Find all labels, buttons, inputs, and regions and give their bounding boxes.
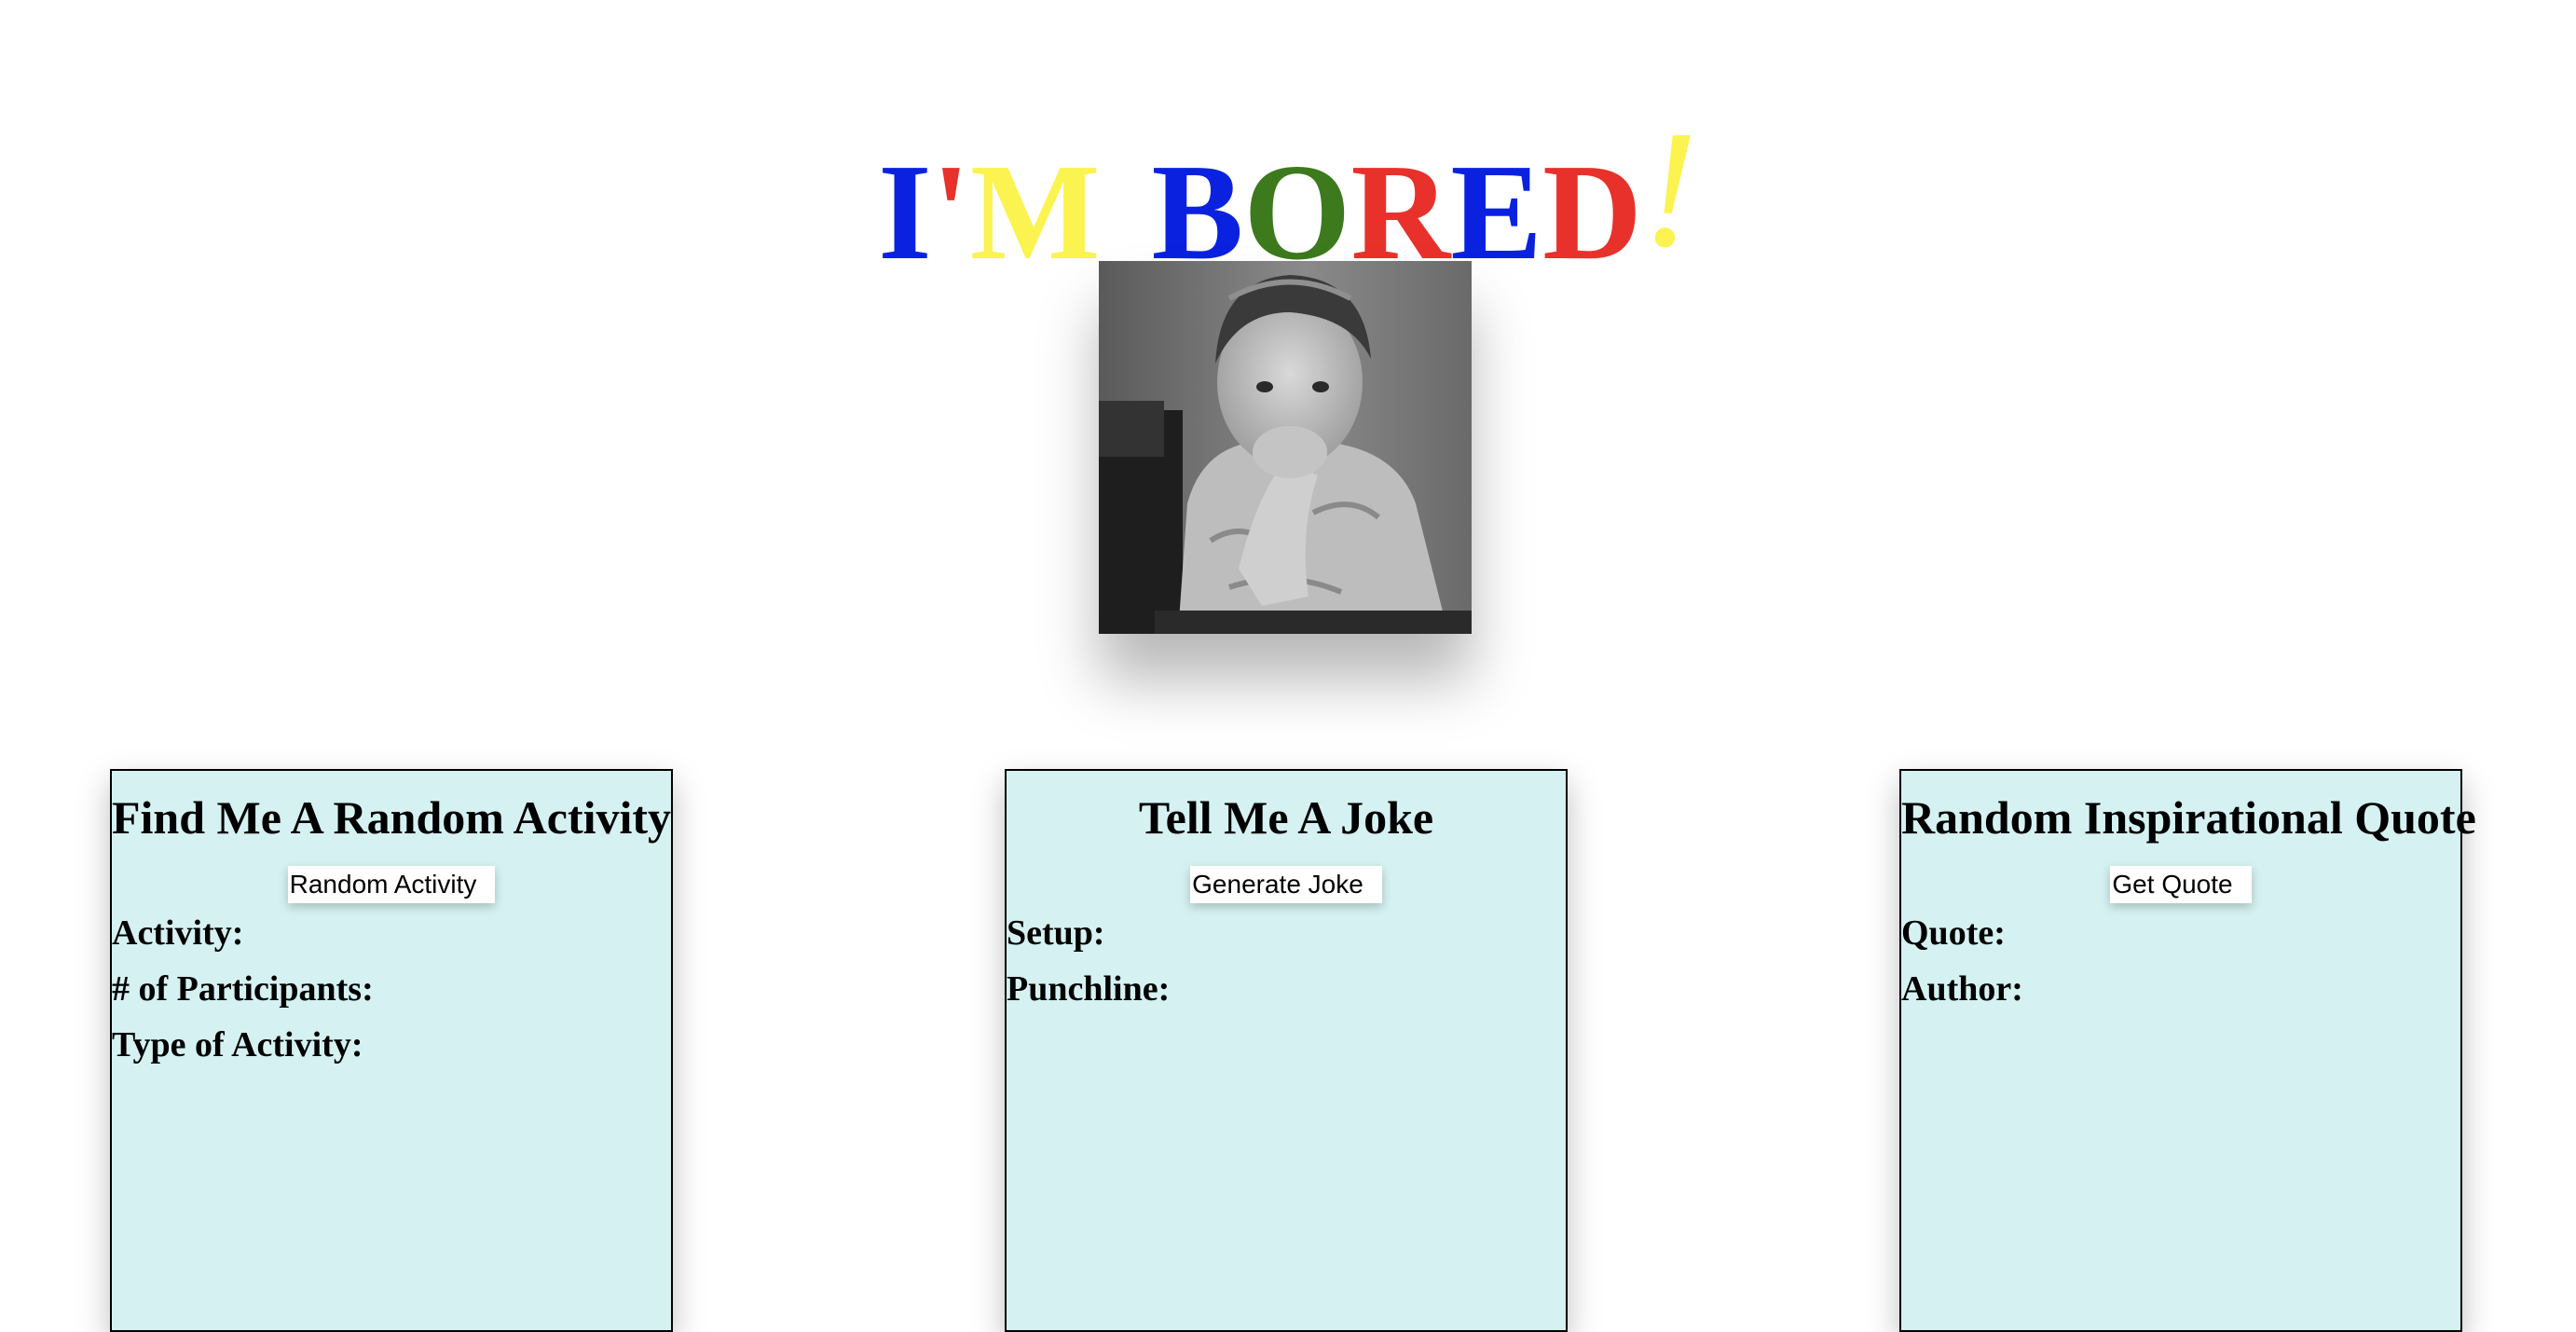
participants-label: # of Participants:	[112, 969, 374, 1009]
bored-child-illustration	[1099, 261, 1472, 634]
bored-child-photo	[1099, 261, 1472, 634]
activity-card: Find Me A Random Activity Random Activit…	[110, 769, 673, 1332]
joke-card: Tell Me A Joke Generate Joke Setup: Punc…	[1005, 769, 1568, 1332]
title-letter: D	[1542, 136, 1642, 290]
get-quote-button[interactable]: Get Quote	[2110, 866, 2252, 903]
author-label: Author:	[1901, 969, 2023, 1009]
quote-card-title: Random Inspirational Quote	[1901, 791, 2476, 844]
title-letter: I	[878, 136, 932, 290]
title-letter: '	[931, 136, 970, 290]
quote-card: Random Inspirational Quote Get Quote Quo…	[1899, 769, 2476, 1332]
generate-joke-button[interactable]: Generate Joke	[1190, 866, 1382, 903]
title-letter: M	[969, 136, 1101, 290]
activity-card-title: Find Me A Random Activity	[112, 791, 672, 844]
random-activity-button[interactable]: Random Activity	[287, 866, 496, 903]
joke-card-title: Tell Me A Joke	[1138, 791, 1434, 844]
title-exclamation: !	[1641, 96, 1698, 282]
punchline-label: Punchline:	[1007, 969, 1171, 1009]
quote-label: Quote:	[1901, 913, 2006, 953]
activity-label: Activity:	[112, 913, 244, 953]
page-title: I'M BORED!	[0, 105, 2576, 290]
setup-label: Setup:	[1007, 913, 1105, 953]
activity-type-label: Type of Activity:	[112, 1025, 363, 1064]
